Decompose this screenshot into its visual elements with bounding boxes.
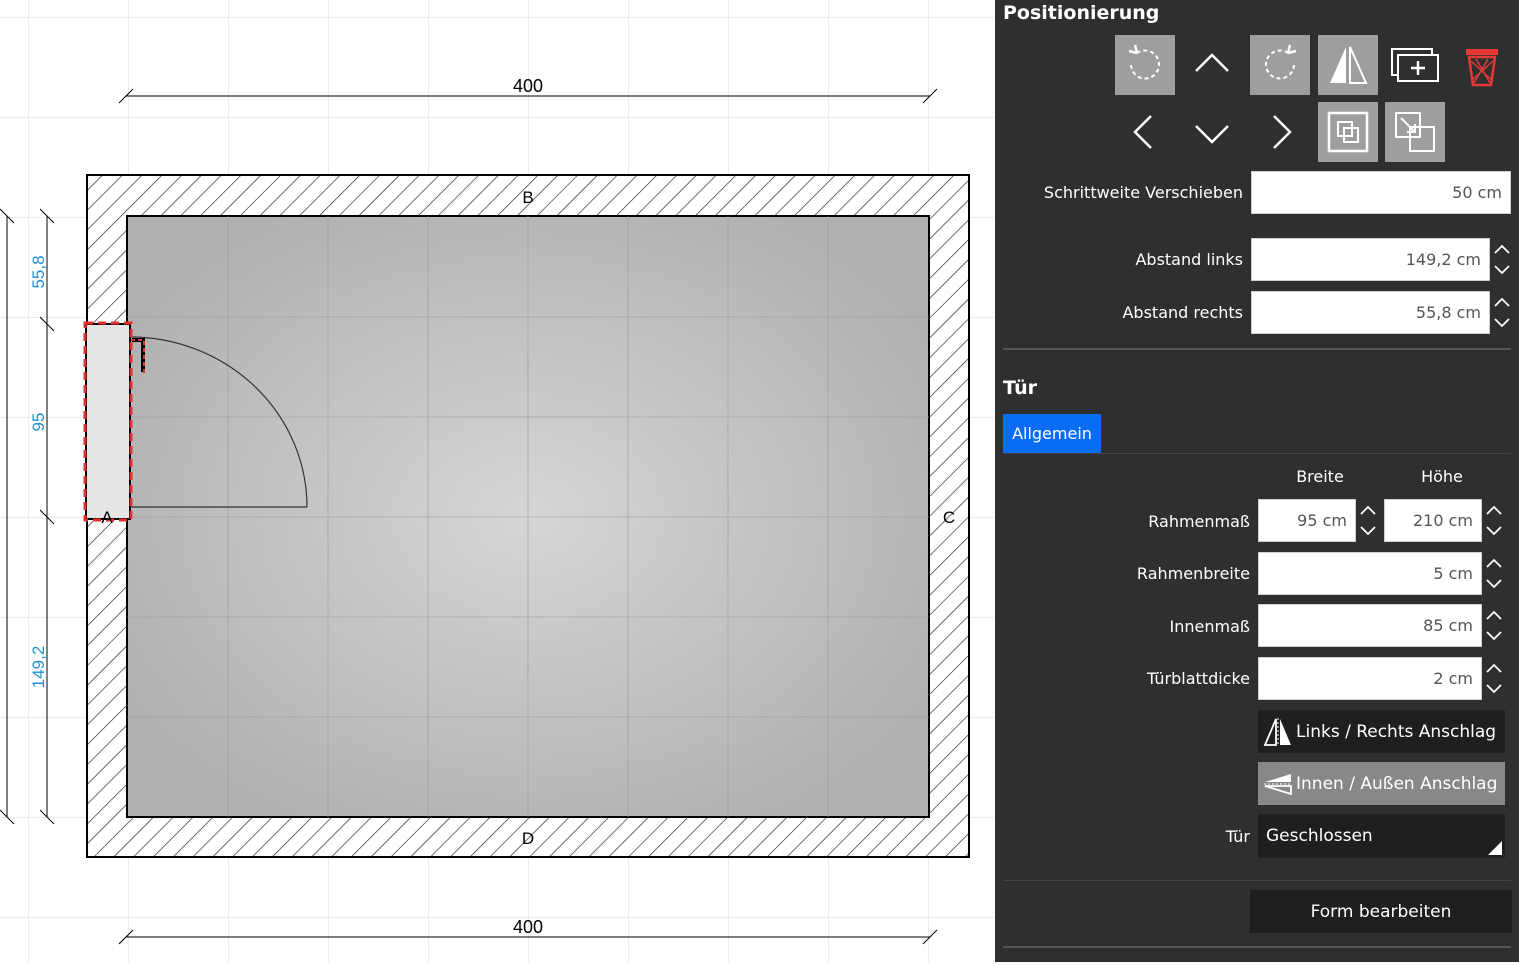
distance-left-label: Abstand links xyxy=(1135,250,1243,269)
mirror-button[interactable] xyxy=(1318,35,1378,95)
move-down-button[interactable] xyxy=(1182,102,1242,162)
frame-thickness-label: Rahmenbreite xyxy=(1136,564,1250,583)
move-left-button[interactable] xyxy=(1115,102,1175,162)
delete-button[interactable] xyxy=(1452,35,1512,95)
stepper-up-icon[interactable] xyxy=(1485,609,1503,621)
stepper-up-icon[interactable] xyxy=(1485,662,1503,674)
fit-frame-button[interactable] xyxy=(1318,102,1378,162)
duplicate-button[interactable] xyxy=(1385,35,1445,95)
inner-size-stepper[interactable] xyxy=(1483,604,1505,647)
properties-panel: Positionierung Schrittweite Verschieben … xyxy=(995,0,1519,962)
floor-plan-drawing[interactable]: 400 400 300 55,8 95 149,2 B C D A xyxy=(0,0,995,962)
wall-label-b: B xyxy=(522,188,533,207)
stepper-down-icon[interactable] xyxy=(1485,578,1503,590)
shrink-button[interactable] xyxy=(1385,102,1445,162)
hinge-side-label: Links / Rechts Anschlag xyxy=(1296,721,1497,742)
tab-underline xyxy=(1003,453,1511,454)
hinge-side-button[interactable]: Links / Rechts Anschlag xyxy=(1258,710,1505,753)
frame-width-stepper[interactable] xyxy=(1357,499,1379,542)
positioning-title: Positionierung xyxy=(1003,2,1160,24)
frame-size-label: Rahmenmaß xyxy=(1148,512,1250,531)
rotate-right-button[interactable] xyxy=(1250,35,1310,95)
rotate-right-icon xyxy=(1265,44,1297,80)
dimension-left-segment-top: 55,8 xyxy=(29,255,48,288)
leaf-thickness-input[interactable]: 2 cm xyxy=(1258,657,1482,700)
divider xyxy=(1003,348,1511,350)
leaf-thickness-stepper[interactable] xyxy=(1483,657,1505,700)
inner-size-input[interactable]: 85 cm xyxy=(1258,604,1482,647)
divider xyxy=(1003,946,1511,948)
frame-width-input[interactable]: 95 cm xyxy=(1258,499,1356,542)
stepper-up-icon[interactable] xyxy=(1485,504,1503,516)
rotate-left-button[interactable] xyxy=(1115,35,1175,95)
dimension-bottom-label: 400 xyxy=(513,917,543,937)
chevron-up-icon xyxy=(1195,53,1229,72)
wall-label-c: C xyxy=(943,508,955,527)
rotate-left-icon xyxy=(1128,44,1160,80)
stepper-down-icon[interactable] xyxy=(1493,264,1511,276)
distance-right-input[interactable]: 55,8 cm xyxy=(1251,291,1490,334)
chevron-left-icon xyxy=(1133,115,1152,149)
dimension-left-segment-bottom: 149,2 xyxy=(29,646,48,689)
chevron-down-icon xyxy=(1195,125,1229,144)
frame-height-input[interactable]: 210 cm xyxy=(1384,499,1482,542)
divider xyxy=(1003,880,1511,881)
dimension-top-label: 400 xyxy=(513,76,543,96)
stepper-up-icon[interactable] xyxy=(1493,243,1511,255)
mirror-icon xyxy=(1330,46,1368,84)
swing-direction-icon xyxy=(1264,773,1292,795)
floor-plan-canvas[interactable]: 400 400 300 55,8 95 149,2 B C D A xyxy=(0,0,995,962)
stepper-down-icon[interactable] xyxy=(1485,630,1503,642)
trash-icon xyxy=(1466,49,1498,87)
dimension-left-total: 300 xyxy=(0,502,2,532)
step-input[interactable]: 50 cm xyxy=(1251,171,1511,214)
stepper-up-icon[interactable] xyxy=(1493,296,1511,308)
chevron-right-icon xyxy=(1273,115,1292,149)
stepper-up-icon[interactable] xyxy=(1485,557,1503,569)
dimension-left-segment-door: 95 xyxy=(29,413,48,432)
move-right-button[interactable] xyxy=(1250,102,1310,162)
column-height-header: Höhe xyxy=(1421,467,1463,486)
stepper-up-icon[interactable] xyxy=(1359,504,1377,516)
dropdown-corner-icon xyxy=(1488,841,1502,855)
column-width-header: Breite xyxy=(1296,467,1344,486)
distance-right-label: Abstand rechts xyxy=(1122,303,1243,322)
fit-frame-icon xyxy=(1327,111,1369,153)
swing-direction-label: Innen / Außen Anschlag xyxy=(1296,773,1498,794)
distance-left-stepper[interactable] xyxy=(1491,238,1513,281)
door-title: Tür xyxy=(1003,377,1038,399)
stepper-down-icon[interactable] xyxy=(1485,525,1503,537)
stepper-down-icon[interactable] xyxy=(1485,683,1503,695)
leaf-thickness-label: Türblattdicke xyxy=(1146,669,1250,688)
mirror-icon xyxy=(1263,717,1291,746)
distance-left-input[interactable]: 149,2 cm xyxy=(1251,238,1490,281)
swing-direction-button[interactable]: Innen / Außen Anschlag xyxy=(1258,762,1505,805)
door-state-value: Geschlossen xyxy=(1266,826,1373,846)
move-up-button[interactable] xyxy=(1182,35,1242,95)
stepper-down-icon[interactable] xyxy=(1493,317,1511,329)
door-state-select[interactable]: Geschlossen xyxy=(1258,814,1505,858)
duplicate-icon xyxy=(1391,48,1439,82)
step-label: Schrittweite Verschieben xyxy=(1043,183,1243,202)
frame-thickness-input[interactable]: 5 cm xyxy=(1258,552,1482,595)
frame-height-stepper[interactable] xyxy=(1483,499,1505,542)
stepper-down-icon[interactable] xyxy=(1359,525,1377,537)
wall-label-d: D xyxy=(522,829,534,848)
wall-label-a: A xyxy=(101,508,113,527)
distance-right-stepper[interactable] xyxy=(1491,291,1513,334)
tab-general[interactable]: Allgemein xyxy=(1003,414,1101,453)
inner-size-label: Innenmaß xyxy=(1169,617,1250,636)
shrink-icon xyxy=(1395,112,1435,152)
edit-shape-button[interactable]: Form bearbeiten xyxy=(1250,890,1512,933)
frame-thickness-stepper[interactable] xyxy=(1483,552,1505,595)
door-state-label: Tür xyxy=(1225,827,1250,846)
